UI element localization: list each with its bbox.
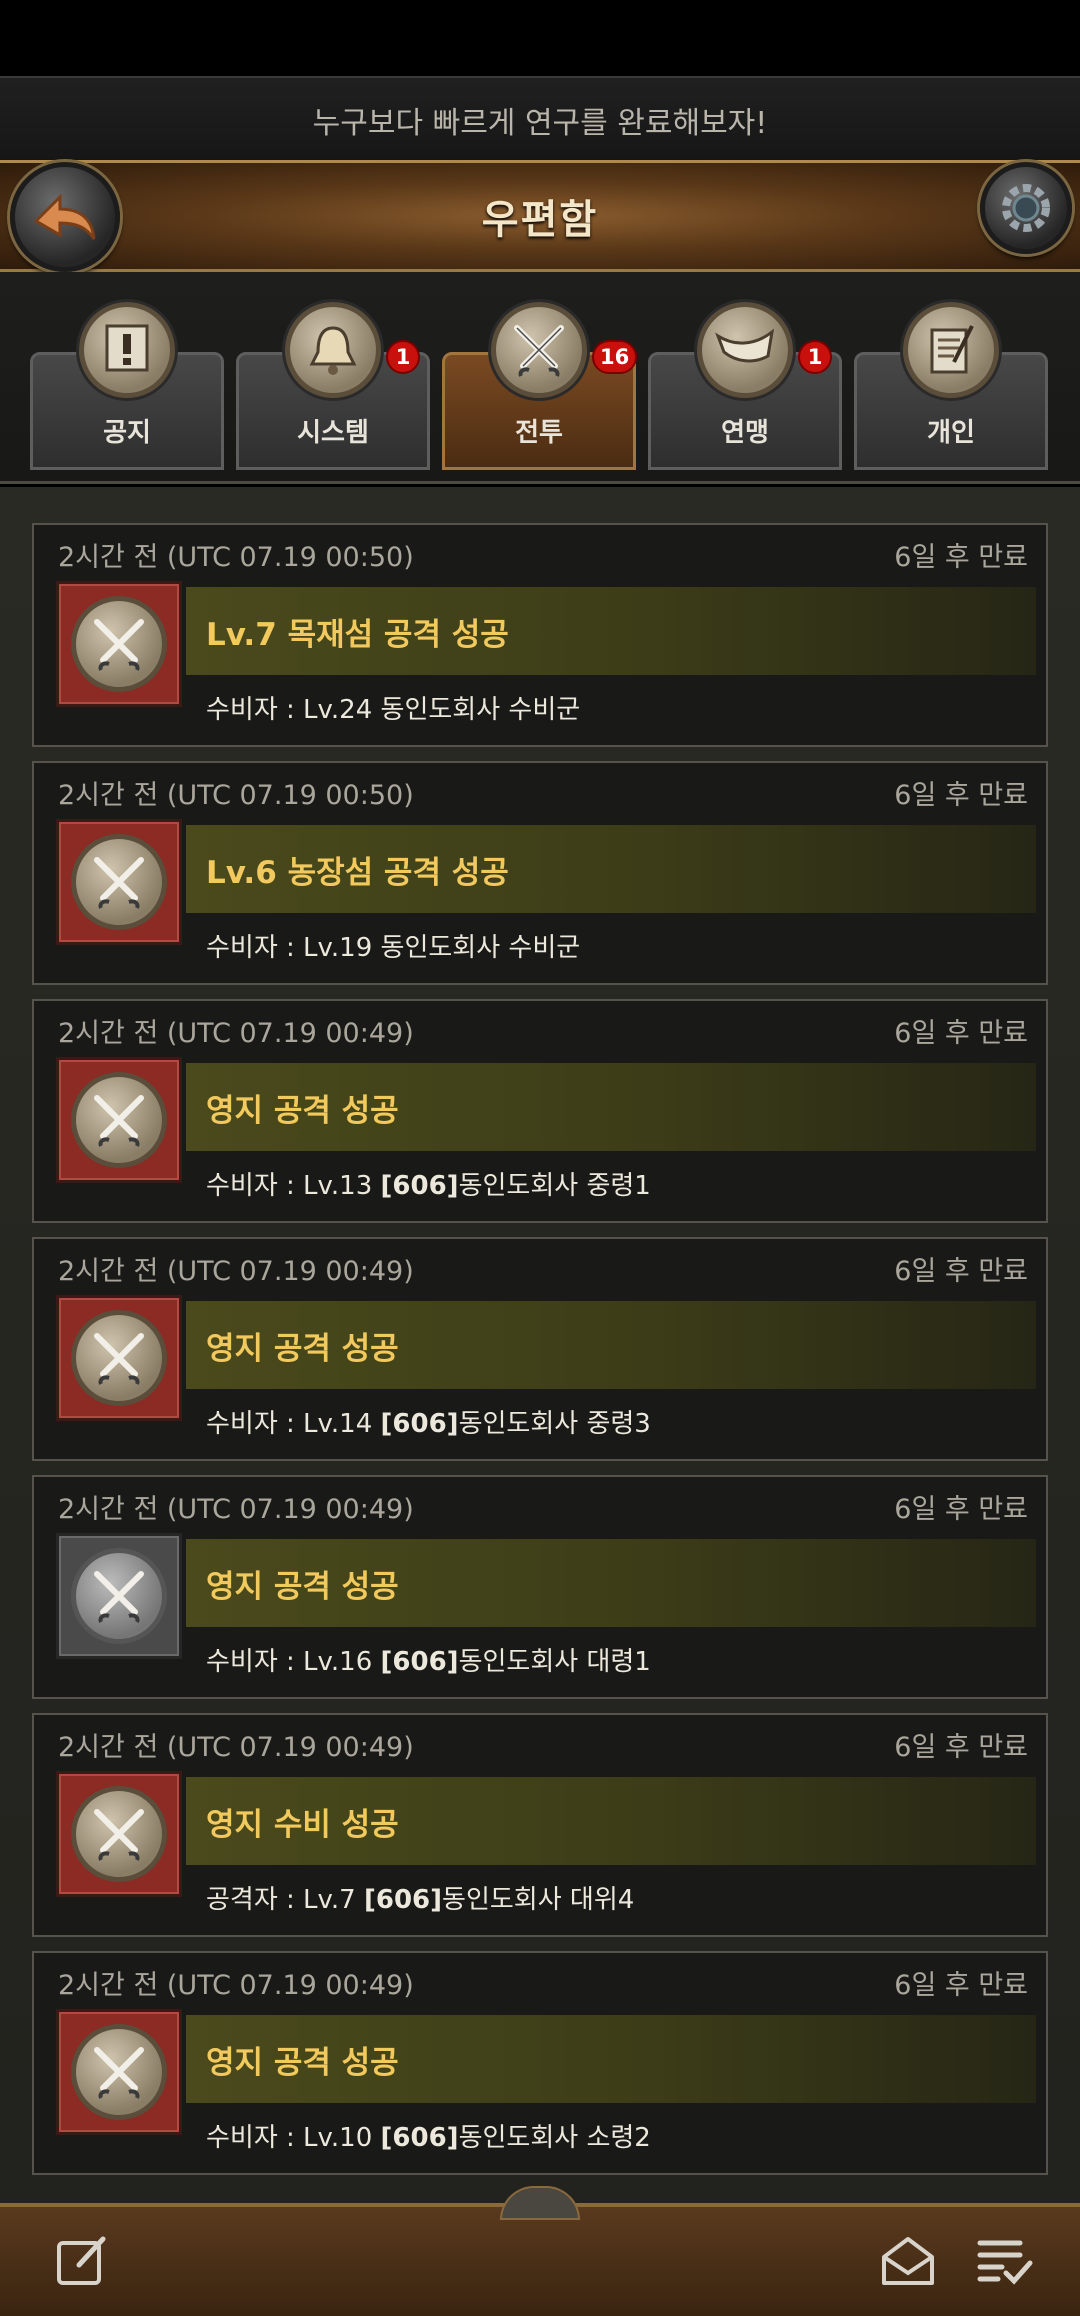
back-button[interactable] bbox=[10, 162, 120, 272]
mail-item[interactable]: 2시간 전 (UTC 07.19 00:50) 6일 후 만료 Lv.6 농장섬… bbox=[32, 761, 1048, 985]
system-unread-badge: 1 bbox=[386, 340, 420, 374]
mail-subtitle: 수비자 : Lv.14 [606]동인도회사 중령3 bbox=[206, 1403, 651, 1440]
mail-role-level: 수비자 : Lv.13 bbox=[206, 1171, 381, 1201]
opponent-name: 동인도회사 중령1 bbox=[458, 1171, 651, 1201]
title-bar: 우편함 bbox=[0, 160, 1080, 272]
tip-banner: 누구보다 빠르게 연구를 완료해보자! bbox=[0, 76, 1080, 162]
mail-item[interactable]: 2시간 전 (UTC 07.19 00:49) 6일 후 만료 영지 공격 성공… bbox=[32, 1475, 1048, 1699]
opponent-name: 동인도회사 소령2 bbox=[458, 2123, 651, 2153]
horn-icon bbox=[697, 302, 793, 398]
gear-icon bbox=[1002, 184, 1050, 232]
mail-time: 2시간 전 (UTC 07.19 00:49) bbox=[58, 1732, 414, 1763]
mail-title: Lv.6 농장섬 공격 성공 bbox=[206, 855, 509, 891]
opponent-name: 동인도회사 대위4 bbox=[442, 1885, 635, 1915]
mail-item[interactable]: 2시간 전 (UTC 07.19 00:49) 6일 후 만료 영지 수비 성공… bbox=[32, 1713, 1048, 1937]
battle-report-icon bbox=[56, 1533, 182, 1659]
mail-time: 2시간 전 (UTC 07.19 00:50) bbox=[58, 542, 414, 573]
mail-subtitle: 수비자 : Lv.13 [606]동인도회사 중령1 bbox=[206, 1165, 651, 1202]
mail-item[interactable]: 2시간 전 (UTC 07.19 00:49) 6일 후 만료 영지 공격 성공… bbox=[32, 1951, 1048, 2175]
alliance-tag: [606] bbox=[380, 2123, 459, 2153]
mail-time: 2시간 전 (UTC 07.19 00:50) bbox=[58, 780, 414, 811]
mail-role-level: 수비자 : Lv.24 bbox=[206, 695, 381, 725]
category-tabs: 공지 시스템 전투 연맹 개인 1 16 1 bbox=[0, 272, 1080, 484]
mail-role-level: 공격자 : Lv.7 bbox=[206, 1885, 364, 1915]
mail-title: Lv.7 목재섬 공격 성공 bbox=[206, 617, 509, 653]
alliance-tag: [606] bbox=[380, 1409, 459, 1439]
tab-label: 전투 bbox=[515, 418, 563, 448]
mail-subtitle: 수비자 : Lv.16 [606]동인도회사 대령1 bbox=[206, 1641, 651, 1678]
opponent-name: 동인도회사 수비군 bbox=[380, 933, 581, 963]
compose-icon bbox=[57, 2236, 106, 2285]
mail-item[interactable]: 2시간 전 (UTC 07.19 00:50) 6일 후 만료 Lv.7 목재섬… bbox=[32, 523, 1048, 747]
letter-quill-icon bbox=[903, 302, 999, 398]
mail-title: 영지 공격 성공 bbox=[206, 1331, 399, 1367]
mail-title: 영지 공격 성공 bbox=[206, 1569, 399, 1605]
mail-subtitle: 수비자 : Lv.24 동인도회사 수비군 bbox=[206, 689, 580, 726]
mail-time: 2시간 전 (UTC 07.19 00:49) bbox=[58, 1970, 414, 2001]
battle-unread-badge: 16 bbox=[592, 340, 638, 374]
opponent-name: 동인도회사 중령3 bbox=[458, 1409, 651, 1439]
battle-report-icon bbox=[56, 1295, 182, 1421]
mail-subtitle: 수비자 : Lv.19 동인도회사 수비군 bbox=[206, 927, 580, 964]
battle-report-icon bbox=[56, 1057, 182, 1183]
battle-report-icon bbox=[56, 819, 182, 945]
bell-icon bbox=[285, 302, 381, 398]
tab-label: 연맹 bbox=[721, 418, 769, 448]
battle-report-icon bbox=[56, 2009, 182, 2135]
read-all-button[interactable] bbox=[876, 2228, 940, 2292]
alliance-unread-badge: 1 bbox=[798, 340, 832, 374]
alliance-tag: [606] bbox=[380, 1647, 459, 1677]
mail-time: 2시간 전 (UTC 07.19 00:49) bbox=[58, 1256, 414, 1287]
mail-list: 2시간 전 (UTC 07.19 00:50) 6일 후 만료 Lv.7 목재섬… bbox=[0, 487, 1080, 2203]
mail-title: 영지 수비 성공 bbox=[206, 1807, 399, 1843]
mail-role-level: 수비자 : Lv.19 bbox=[206, 933, 381, 963]
mail-expiry: 6일 후 만료 bbox=[894, 1018, 1028, 1049]
settings-button[interactable] bbox=[980, 162, 1072, 254]
mail-title: 영지 공격 성공 bbox=[206, 1093, 399, 1129]
select-mail-button[interactable] bbox=[972, 2228, 1036, 2292]
mail-expiry: 6일 후 만료 bbox=[894, 1494, 1028, 1525]
opponent-name: 동인도회사 수비군 bbox=[380, 695, 581, 725]
tip-text: 누구보다 빠르게 연구를 완료해보자! bbox=[312, 106, 768, 141]
mail-expiry: 6일 후 만료 bbox=[894, 1732, 1028, 1763]
mail-subtitle: 수비자 : Lv.10 [606]동인도회사 소령2 bbox=[206, 2117, 651, 2154]
mail-title: 영지 공격 성공 bbox=[206, 2045, 399, 2081]
status-bar bbox=[0, 0, 1080, 76]
mail-role-level: 수비자 : Lv.14 bbox=[206, 1409, 381, 1439]
compose-button[interactable] bbox=[50, 2228, 114, 2292]
battle-report-icon bbox=[56, 1771, 182, 1897]
notice-board-icon bbox=[79, 302, 175, 398]
alliance-tag: [606] bbox=[380, 1171, 459, 1201]
opponent-name: 동인도회사 대령1 bbox=[458, 1647, 651, 1677]
crossed-swords-icon bbox=[491, 302, 587, 398]
tab-label: 공지 bbox=[103, 418, 151, 448]
page-title: 우편함 bbox=[481, 197, 599, 243]
mail-expiry: 6일 후 만료 bbox=[894, 780, 1028, 811]
tab-label: 개인 bbox=[927, 418, 975, 448]
mail-expiry: 6일 후 만료 bbox=[894, 1970, 1028, 2001]
battle-report-icon bbox=[56, 581, 182, 707]
mail-item[interactable]: 2시간 전 (UTC 07.19 00:49) 6일 후 만료 영지 공격 성공… bbox=[32, 999, 1048, 1223]
mail-time: 2시간 전 (UTC 07.19 00:49) bbox=[58, 1018, 414, 1049]
mail-item[interactable]: 2시간 전 (UTC 07.19 00:49) 6일 후 만료 영지 공격 성공… bbox=[32, 1237, 1048, 1461]
open-envelope-icon bbox=[882, 2237, 934, 2285]
alliance-tag: [606] bbox=[363, 1885, 443, 1915]
mail-expiry: 6일 후 만료 bbox=[894, 1256, 1028, 1287]
mail-expiry: 6일 후 만료 bbox=[894, 542, 1028, 573]
checklist-icon bbox=[977, 2240, 1033, 2285]
mail-role-level: 수비자 : Lv.16 bbox=[206, 1647, 381, 1677]
mail-subtitle: 공격자 : Lv.7 [606]동인도회사 대위4 bbox=[206, 1879, 634, 1916]
back-arrow-icon bbox=[33, 193, 96, 240]
mail-time: 2시간 전 (UTC 07.19 00:49) bbox=[58, 1494, 414, 1525]
tab-label: 시스템 bbox=[297, 418, 369, 448]
mail-role-level: 수비자 : Lv.10 bbox=[206, 2123, 381, 2153]
